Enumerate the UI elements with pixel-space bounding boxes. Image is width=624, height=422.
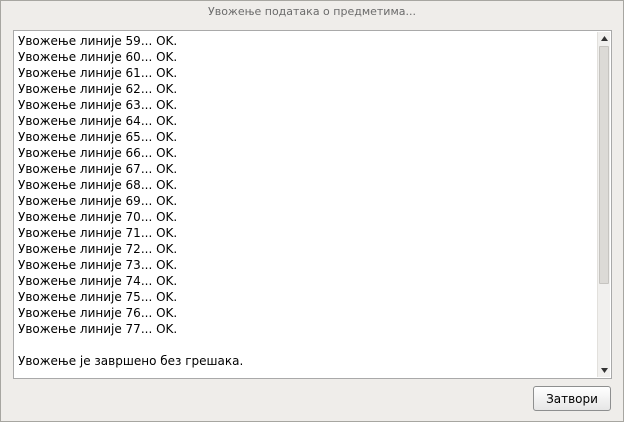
log-summary: Увожење је завршено без грешака. xyxy=(18,354,244,368)
vertical-scrollbar[interactable] xyxy=(597,32,610,377)
log-line: Увожење линије 74... OK. xyxy=(18,274,178,288)
log-line: Увожење линије 76... OK. xyxy=(18,306,178,320)
log-line: Увожење линије 59... OK. xyxy=(18,34,178,48)
log-line: Увожење линије 63... OK. xyxy=(18,98,178,112)
log-line: Увожење линије 61... OK. xyxy=(18,66,178,80)
log-line: Увожење линије 60... OK. xyxy=(18,50,178,64)
log-line: Увожење линије 75... OK. xyxy=(18,290,178,304)
log-line: Увожење линије 64... OK. xyxy=(18,114,178,128)
log-line: Увожење линије 67... OK. xyxy=(18,162,178,176)
log-line: Увожење линије 73... OK. xyxy=(18,258,178,272)
triangle-down-icon xyxy=(600,368,608,373)
log-line: Увожење линије 72... OK. xyxy=(18,242,178,256)
log-blank-line xyxy=(18,337,595,353)
import-log-textarea[interactable]: Увожење линије 59... OK. Увожење линије … xyxy=(13,30,612,379)
log-line: Увожење линије 77... OK. xyxy=(18,322,178,336)
log-line: Увожење линије 70... OK. xyxy=(18,210,178,224)
log-line: Увожење линије 68... OK. xyxy=(18,178,178,192)
log-line: Увожење линије 65... OK. xyxy=(18,130,178,144)
scroll-thumb[interactable] xyxy=(599,46,609,284)
log-line: Увожење линије 69... OK. xyxy=(18,194,178,208)
log-line: Увожење линије 66... OK. xyxy=(18,146,178,160)
log-content: Увожење линије 59... OK. Увожење линије … xyxy=(18,33,595,378)
scroll-up-button[interactable] xyxy=(598,32,610,45)
scroll-down-button[interactable] xyxy=(598,364,610,377)
log-line: Увожење линије 62... OK. xyxy=(18,82,178,96)
triangle-up-icon xyxy=(600,36,608,41)
log-line: Увожење линије 71... OK. xyxy=(18,226,178,240)
close-button[interactable]: Затвори xyxy=(533,386,611,411)
window-title: Увожење података о предметима... xyxy=(1,1,623,23)
import-dialog: Увожење података о предметима... Увожење… xyxy=(0,0,624,422)
